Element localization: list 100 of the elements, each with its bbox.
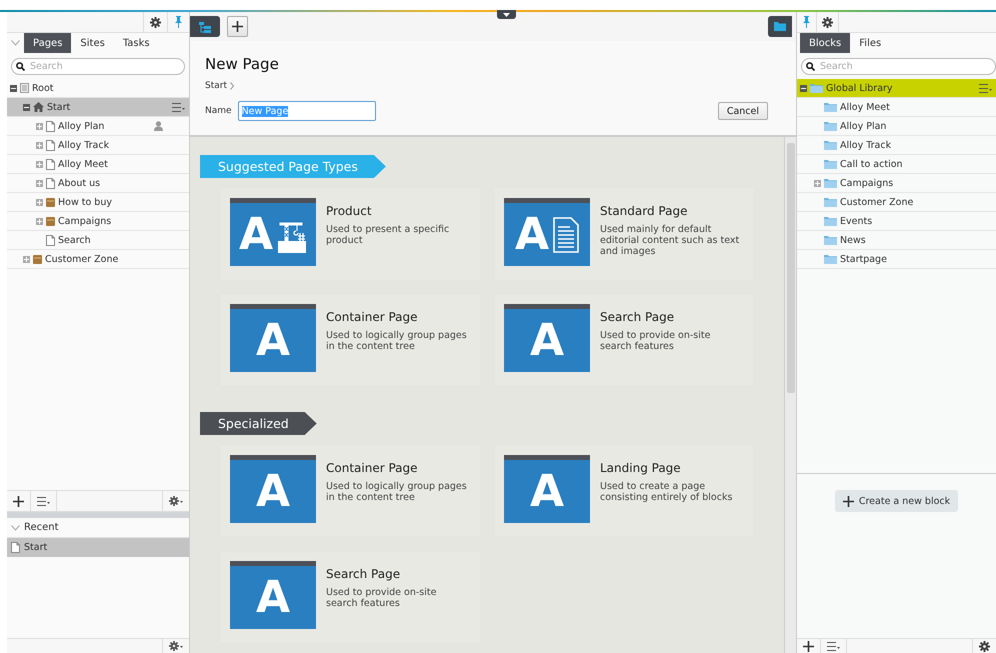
tab[interactable]: Pages	[24, 33, 72, 53]
settings-icon[interactable]	[822, 16, 833, 28]
scrollbar[interactable]	[784, 137, 796, 653]
plus-icon[interactable]	[842, 496, 854, 506]
tree-item[interactable]: Alloy Plan	[797, 117, 996, 136]
page-title: New Page	[205, 55, 280, 73]
tree-item[interactable]: Call to action	[797, 155, 996, 174]
container-icon	[46, 198, 55, 206]
create-block-button[interactable]: Create a new block	[834, 490, 958, 512]
page-tree-button[interactable]	[190, 16, 220, 37]
page-type-name: Product	[326, 204, 373, 218]
collapse-icon[interactable]	[23, 104, 30, 110]
page-type-description: Used to provide on-site search features	[600, 330, 712, 352]
menu-icon[interactable]	[979, 84, 992, 92]
tree-item[interactable]: Customer Zone	[7, 250, 189, 269]
container-icon	[33, 254, 42, 264]
folder-icon	[810, 83, 823, 93]
page-type-card[interactable]: A Product Used to present a specific product	[220, 188, 480, 280]
field-label: Name	[205, 106, 232, 116]
tree-item[interactable]: Campaigns	[7, 212, 189, 231]
page-type-name: Landing Page	[600, 461, 682, 475]
section-title: Recent	[24, 522, 59, 533]
tree-item[interactable]: Global Library	[797, 79, 996, 98]
tree-item[interactable]: Alloy Track	[797, 136, 996, 155]
pin-icon[interactable]	[802, 16, 811, 28]
page-type-description: Used to logically group pages in the content tree	[326, 330, 468, 352]
settings-icon[interactable]	[169, 496, 183, 506]
tree-item[interactable]: Alloy Track	[7, 136, 189, 155]
folder-icon	[824, 140, 837, 150]
settings-icon[interactable]	[169, 641, 183, 651]
thumbnail-letter: A	[256, 470, 290, 514]
tree-item[interactable]: Search	[7, 231, 189, 250]
list-page-icon	[20, 83, 29, 93]
page-icon	[46, 178, 55, 188]
tree-item[interactable]: About us	[7, 174, 189, 193]
tree-item[interactable]: How to buy	[7, 193, 189, 212]
page-type-name: Container Page	[326, 310, 419, 324]
page-type-description: Used to present a specific product	[326, 224, 450, 246]
tree-item[interactable]: Alloy Meet	[797, 98, 996, 117]
dropdown-toggle[interactable]	[497, 10, 516, 19]
tree-item[interactable]: Startpage	[797, 250, 996, 269]
assets-button[interactable]	[768, 16, 792, 37]
page-type-name: Container Page	[326, 461, 419, 475]
settings-icon[interactable]	[150, 16, 161, 28]
cancel-button[interactable]: Cancel	[718, 102, 768, 120]
search-icon	[16, 62, 25, 71]
tree-item[interactable]: Campaigns	[797, 174, 996, 193]
tab[interactable]: Tasks	[114, 33, 159, 53]
thumbnail-letter: A	[514, 212, 550, 256]
section-ribbon: Specialized	[200, 412, 317, 435]
person-icon	[154, 121, 163, 131]
folder-icon	[824, 197, 837, 207]
page-icon	[46, 140, 55, 150]
tab[interactable]: Blocks	[800, 33, 850, 53]
page-type-card[interactable]: A Search Page Used to provide on-site search features	[220, 551, 480, 643]
plus-icon[interactable]	[803, 640, 814, 652]
page-type-name: Search Page	[326, 567, 402, 581]
tree-item[interactable]: Events	[797, 212, 996, 231]
recent-item[interactable]: Start	[7, 538, 189, 557]
tree-item[interactable]: Start	[7, 98, 189, 117]
thumbnail-letter: A	[256, 318, 290, 362]
tree-item[interactable]: News	[797, 231, 996, 250]
page-icon	[11, 542, 20, 553]
tab[interactable]: Sites	[71, 33, 114, 53]
page-type-card[interactable]: A Search Page Used to provide on-site search features	[494, 294, 754, 386]
collapse-icon[interactable]	[10, 84, 17, 92]
page-type-card[interactable]: A Container Page Used to logically group pages in the content tree	[220, 445, 480, 537]
folder-icon	[824, 178, 837, 188]
add-button[interactable]	[227, 16, 248, 37]
collapse-icon[interactable]	[800, 84, 807, 92]
tab[interactable]: Files	[850, 33, 890, 53]
breadcrumb-link[interactable]: Start	[205, 81, 227, 91]
page-icon	[46, 234, 55, 246]
tree-item[interactable]: Alloy Meet	[7, 155, 189, 174]
page-type-description: Used to create a page consisting entirely of blocks	[600, 481, 734, 503]
search-field[interactable]: Search	[11, 58, 185, 75]
folder-icon	[824, 159, 837, 169]
folder-icon	[774, 22, 786, 31]
menu-icon[interactable]	[37, 496, 50, 506]
tree-icon	[198, 20, 212, 32]
document-icon	[553, 216, 580, 252]
menu-icon[interactable]	[827, 642, 840, 650]
search-field[interactable]: Search	[801, 58, 996, 75]
settings-icon[interactable]	[979, 640, 990, 652]
chevron-right-icon	[230, 82, 234, 90]
page-type-card[interactable]: A Container Page Used to logically group pages in the content tree	[220, 294, 480, 386]
page-type-card[interactable]: A Standard Page Used mainly for default editorial content such as text and images	[494, 188, 754, 280]
page-type-description: Used to logically group pages in the content tree	[326, 481, 468, 503]
tree-item[interactable]: Alloy Plan	[7, 117, 189, 136]
plus-icon[interactable]	[13, 496, 24, 506]
menu-icon[interactable]	[172, 102, 185, 112]
page-type-name: Search Page	[600, 310, 676, 324]
page-type-name: Standard Page	[600, 204, 688, 218]
thumbnail-letter: A	[256, 576, 290, 620]
tree-item[interactable]: Customer Zone	[797, 193, 996, 212]
thumbnail-letter: A	[530, 470, 564, 514]
folder-icon	[824, 254, 837, 264]
page-type-card[interactable]: A Landing Page Used to create a page consisting entirely of blocks	[494, 445, 754, 537]
plus-icon[interactable]	[232, 21, 243, 32]
pin-icon[interactable]	[174, 16, 183, 28]
